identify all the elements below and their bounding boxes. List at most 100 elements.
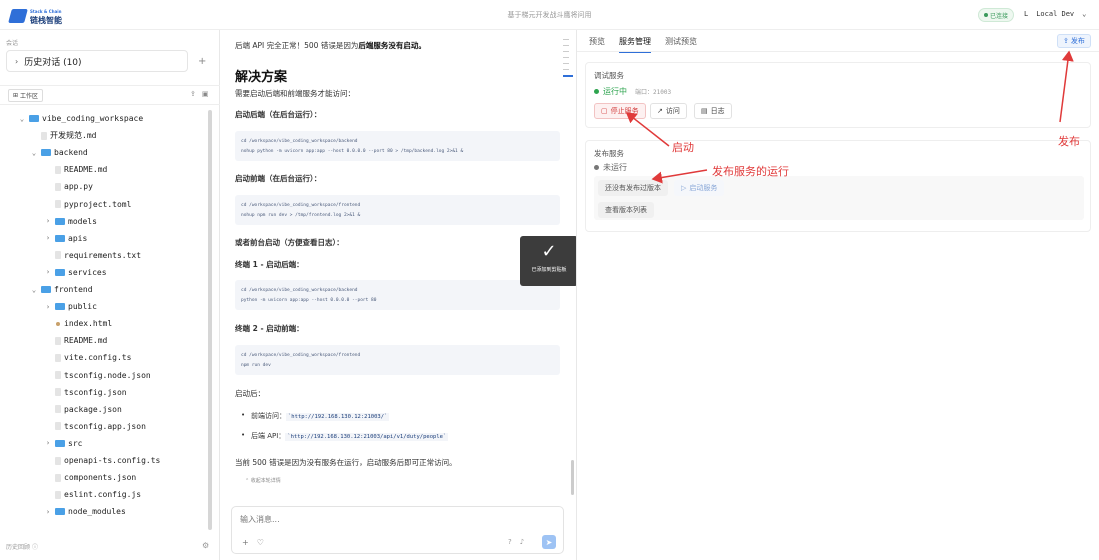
folder-icon — [41, 286, 51, 293]
tree-file[interactable]: package.json — [44, 401, 122, 418]
terminal1-title: 终端 1 - 启动后端： — [235, 260, 304, 269]
send-button[interactable]: ➤ — [542, 535, 556, 549]
tree-folder[interactable]: › apis — [44, 230, 87, 247]
tree-item-label: package.json — [64, 404, 122, 414]
tree-folder[interactable]: › src — [44, 435, 83, 452]
code-block-terminal1[interactable]: cd /workspace/vibe_coding_workspace/back… — [235, 280, 560, 310]
tree-file[interactable]: vite.config.ts — [44, 349, 131, 366]
annotation-start: 启动 — [672, 141, 694, 154]
file-icon — [55, 182, 61, 191]
tree-item-label: components.json — [64, 473, 137, 483]
file-icon — [55, 405, 61, 414]
new-chat-button[interactable]: + — [198, 56, 206, 67]
tree-folder[interactable]: › models — [44, 213, 97, 230]
upload-icon[interactable]: ⇪ — [190, 90, 202, 98]
message-input[interactable] — [240, 515, 540, 524]
chat-conclusion: 当前 500 错误是因为没有服务在运行，启动服务后即可正常访问。 — [235, 458, 457, 467]
send-icon: ➤ — [545, 537, 553, 547]
file-icon — [41, 131, 47, 140]
new-folder-icon[interactable]: ▣ — [202, 90, 215, 98]
file-icon — [55, 165, 61, 174]
backend-url[interactable]: `http://192.168.130.12:21003/api/v1/duty… — [285, 433, 449, 441]
arrow-start — [625, 112, 670, 147]
file-icon — [55, 200, 61, 208]
tree-folder[interactable]: ⌄ backend — [30, 144, 88, 161]
tree-file[interactable]: README.md — [44, 161, 107, 178]
file-icon — [55, 456, 61, 465]
tree-item-label: public — [68, 302, 97, 312]
tree-item-label: vite.config.ts — [64, 353, 132, 363]
tree-item-label: tsconfig.node.json — [64, 370, 151, 380]
tree-file[interactable]: README.md — [44, 332, 107, 349]
workspace-button[interactable]: ⊞ 工作区 — [8, 89, 44, 102]
microphone-icon[interactable]: ♪ — [520, 538, 532, 546]
tree-item-label: models — [68, 216, 97, 226]
tree-item-label: 开发规范.md — [50, 131, 97, 141]
tree-item-label: backend — [54, 148, 88, 158]
tree-folder[interactable]: › public — [44, 298, 97, 315]
annotation-publish: 发布 — [1058, 135, 1080, 148]
tree-folder[interactable]: › node_modules — [44, 503, 126, 520]
list-item: 前端访问：`http://192.168.130.12:21003/` — [241, 411, 390, 421]
tree-item-label: apis — [68, 233, 88, 243]
tree-file[interactable]: tsconfig.json — [44, 384, 127, 401]
chevron-down-icon: ⌄ — [1082, 10, 1087, 18]
tree-item-label: services — [68, 267, 107, 277]
tree-item-label: index.html — [64, 319, 113, 329]
history-toggle[interactable]: › 历史对话 (10) — [6, 50, 188, 72]
frontend-url[interactable]: `http://192.168.130.12:21003/` — [286, 413, 390, 421]
tree-file[interactable]: components.json — [44, 469, 136, 486]
foreground-title: 或者前台启动（方便查看日志）： — [235, 238, 344, 247]
tree-file[interactable]: index.html — [44, 315, 112, 332]
history-review-link[interactable]: 历史回顾 ⓘ — [6, 542, 38, 551]
message-composer: +♡ ?♪ ➤ — [231, 506, 564, 554]
check-icon: ✓ — [541, 241, 557, 262]
folder-icon — [55, 439, 65, 447]
user-menu[interactable]: L Local Dev ⌄ — [1024, 10, 1086, 18]
tree-file[interactable]: pyproject.toml — [44, 196, 131, 213]
tree-item-label: tsconfig.app.json — [64, 421, 146, 431]
tree-item-label: frontend — [54, 285, 93, 294]
app-window: Stack & Chain 链栈智能 基于梯元开发战斗鹰将问用 已连接 L Lo… — [0, 0, 1099, 560]
service-panel: 预览 服务管理 测试预览 ⇪ 发布 调试服务 运行中 端口：21003 ▢ 停止服务 ↗… — [576, 30, 1099, 560]
folder-icon — [55, 268, 65, 276]
tree-file[interactable]: requirements.txt — [44, 247, 141, 264]
workspace-toolbar: ⊞ 工作区 ⇪▣ — [0, 85, 220, 105]
add-attachment-icon[interactable]: + — [242, 538, 257, 547]
chat-intro: 需要启动后端和前端服务才能访问： — [235, 89, 355, 98]
tree-item-label: eslint.config.js — [64, 490, 142, 500]
code-block-frontend[interactable]: cd /workspace/vibe_coding_workspace/fron… — [235, 195, 560, 225]
status-dot-icon — [983, 13, 988, 17]
arrow-release — [651, 169, 708, 184]
chevron-down-icon: ⌄ — [31, 148, 37, 157]
tree-file[interactable]: tsconfig.node.json — [44, 367, 151, 384]
tree-folder[interactable]: ⌄ vibe_coding_workspace — [18, 110, 143, 127]
tree-file[interactable]: tsconfig.app.json — [44, 418, 146, 435]
tree-file[interactable]: app.py — [44, 178, 93, 195]
chat-scrollbar[interactable] — [571, 460, 574, 495]
chat-outline-rail[interactable] — [563, 34, 573, 104]
help-icon[interactable]: ? — [508, 538, 520, 546]
connection-badge: 已连接 — [978, 8, 1014, 22]
chevron-right-icon: › — [45, 234, 51, 243]
folder-icon — [55, 217, 65, 225]
tree-file[interactable]: openapi-ts.config.ts — [44, 452, 160, 469]
file-icon — [56, 321, 60, 326]
tree-item-label: tsconfig.json — [64, 387, 127, 397]
collapse-details-link[interactable]: ⌃ 收起本轮详情 — [245, 477, 281, 484]
tree-folder[interactable]: ⌄ frontend — [30, 281, 93, 298]
chevron-right-icon: › — [45, 439, 51, 448]
tree-file[interactable]: 开发规范.md — [30, 127, 96, 144]
folder-tree-icon: ⊞ — [13, 92, 19, 99]
file-icon — [55, 251, 61, 260]
gear-icon[interactable]: ⚙ — [202, 541, 209, 550]
folder-icon — [55, 234, 65, 242]
tree-folder[interactable]: › services — [44, 264, 107, 281]
tree-item-label: src — [68, 438, 83, 448]
chevron-right-icon: › — [45, 217, 51, 226]
code-block-backend[interactable]: cd /workspace/vibe_coding_workspace/back… — [235, 131, 560, 161]
tree-file[interactable]: eslint.config.js — [44, 486, 141, 503]
code-block-terminal2[interactable]: cd /workspace/vibe_coding_workspace/fron… — [235, 345, 560, 375]
lightbulb-icon[interactable]: ♡ — [257, 538, 272, 547]
sidebar-scrollbar[interactable] — [208, 110, 212, 530]
